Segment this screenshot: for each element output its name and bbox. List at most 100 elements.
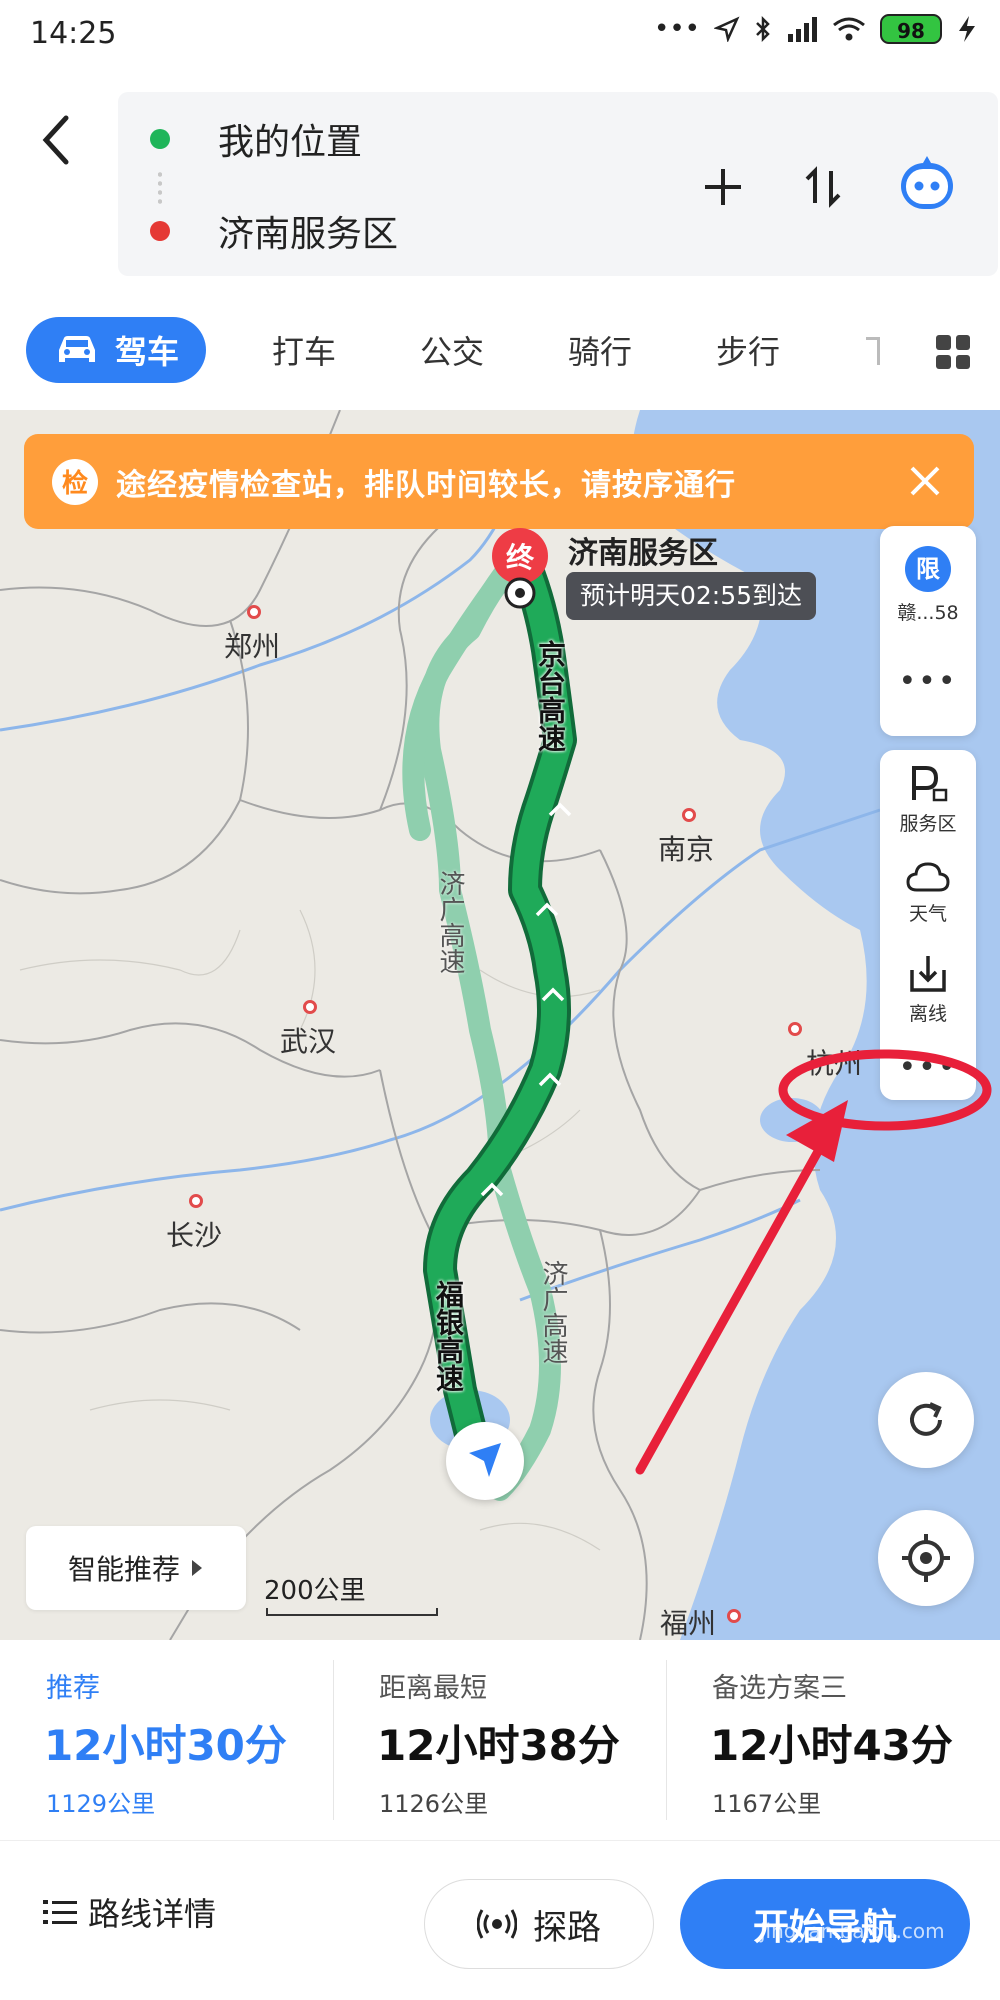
checkpoint-notice-banner[interactable]: 检 途经疫情检查站，排队时间较长，请按序通行 bbox=[24, 434, 974, 529]
route-option-card[interactable]: 备选方案三 12小时43分 1167公里 bbox=[666, 1640, 999, 1840]
explore-label: 探路 bbox=[533, 1907, 601, 1948]
refresh-icon bbox=[910, 1402, 942, 1436]
status-time: 14:25 bbox=[30, 16, 117, 51]
overflow-icon: ••• bbox=[653, 14, 700, 44]
car-icon bbox=[58, 336, 95, 362]
weather-button[interactable]: 天气 bbox=[880, 860, 976, 926]
tab-cycle[interactable]: 骑行 bbox=[568, 327, 632, 373]
explore-route-button[interactable]: 探路 bbox=[424, 1879, 654, 1969]
tab-overflow-hint bbox=[866, 337, 880, 365]
route-option-distance: 1126公里 bbox=[379, 1790, 489, 1818]
tab-walk[interactable]: 步行 bbox=[716, 327, 780, 373]
city-marker-icon bbox=[682, 808, 696, 822]
battery-indicator: 98 bbox=[880, 14, 942, 44]
route-option-label: 备选方案三 bbox=[712, 1673, 847, 1704]
locate-me-button[interactable] bbox=[878, 1510, 974, 1606]
road-label-alt-2: 济广高速 bbox=[538, 1260, 568, 1364]
route-option-distance: 1167公里 bbox=[712, 1790, 822, 1818]
caret-right-icon bbox=[192, 1560, 202, 1576]
watermark-text: jingyan.baidu.com bbox=[760, 1919, 945, 1943]
route-option-card[interactable]: 距离最短 12小时38分 1126公里 bbox=[333, 1640, 666, 1840]
charging-icon bbox=[959, 16, 975, 42]
road-label-south: 福银高速 bbox=[432, 1280, 465, 1392]
route-details-label: 路线详情 bbox=[88, 1895, 217, 1933]
city-zhengzhou: 郑州 bbox=[224, 630, 281, 663]
plate-limit-button[interactable]: 限 赣...58 bbox=[880, 546, 976, 625]
download-icon bbox=[910, 956, 946, 992]
service-area-label: 服务区 bbox=[899, 813, 957, 835]
tab-drive[interactable]: 驾车 bbox=[26, 317, 206, 383]
cloud-icon bbox=[906, 862, 950, 892]
offline-button[interactable]: 离线 bbox=[880, 954, 976, 1026]
more-layers-button[interactable]: ••• bbox=[880, 1050, 976, 1085]
destination-field[interactable]: 济南服务区 bbox=[150, 196, 398, 266]
map-scale-bar bbox=[266, 1608, 438, 1616]
route-option-card[interactable]: 推荐 12小时30分 1129公里 bbox=[0, 1640, 333, 1840]
smart-recommend-button[interactable]: 智能推荐 bbox=[26, 1526, 246, 1610]
assistant-robot-icon bbox=[901, 156, 953, 209]
city-marker-icon bbox=[727, 1609, 741, 1623]
destination-text: 济南服务区 bbox=[218, 214, 399, 255]
parking-icon bbox=[912, 766, 948, 802]
map-view[interactable]: 京台高速 济广高速 济广高速 福银高速 郑州 南京 上海 武汉 杭州 长沙 福州… bbox=[0, 410, 1000, 1640]
route-option-label: 距离最短 bbox=[379, 1673, 487, 1704]
city-changsha: 长沙 bbox=[166, 1219, 223, 1252]
current-location-marker bbox=[446, 1422, 524, 1500]
city-marker-icon bbox=[788, 1022, 802, 1036]
origin-text: 我的位置 bbox=[218, 122, 363, 163]
route-header: 我的位置 济南服务区 bbox=[0, 70, 1000, 300]
checkpoint-badge: 检 bbox=[52, 458, 98, 505]
location-icon bbox=[714, 16, 740, 42]
route-options: 推荐 12小时30分 1129公里 距离最短 12小时38分 1126公里 备选… bbox=[0, 1640, 1000, 1840]
offline-label: 离线 bbox=[908, 1003, 947, 1025]
destination-label: 济南服务区 bbox=[568, 536, 718, 571]
plate-limit-text: 赣...58 bbox=[897, 602, 959, 624]
smart-recommend-label: 智能推荐 bbox=[67, 1553, 180, 1586]
tab-bus[interactable]: 公交 bbox=[420, 327, 484, 373]
origin-dot-icon bbox=[150, 129, 170, 149]
back-button[interactable] bbox=[36, 110, 86, 170]
bluetooth-icon bbox=[756, 15, 770, 43]
refresh-route-button[interactable] bbox=[878, 1372, 974, 1468]
origin-field[interactable]: 我的位置 bbox=[150, 104, 362, 174]
city-wuhan: 武汉 bbox=[280, 1025, 337, 1058]
status-bar: 14:25 ••• 98 bbox=[0, 0, 1000, 70]
wifi-icon bbox=[833, 17, 865, 41]
road-label-main: 京台高速 bbox=[534, 640, 567, 752]
close-icon bbox=[910, 466, 940, 496]
add-waypoint-button[interactable] bbox=[698, 162, 748, 212]
route-option-duration: 12小时38分 bbox=[377, 1721, 620, 1770]
map-scale-label: 200公里 bbox=[264, 1576, 366, 1606]
back-arrow-icon bbox=[42, 115, 69, 165]
destination-point-icon bbox=[504, 577, 536, 609]
status-icons: ••• 98 bbox=[654, 14, 978, 44]
service-area-button[interactable]: 服务区 bbox=[880, 764, 976, 836]
more-tools-button[interactable]: ••• bbox=[880, 664, 976, 699]
list-icon bbox=[43, 1900, 77, 1924]
cellular-signal-icon bbox=[788, 17, 817, 42]
locate-icon bbox=[902, 1534, 950, 1582]
more-modes-grid-icon[interactable] bbox=[936, 335, 970, 369]
route-details-button[interactable]: 路线详情 bbox=[42, 1889, 216, 1935]
map-tools-panel-top: 限 赣...58 ••• bbox=[880, 526, 976, 736]
banner-close-button[interactable] bbox=[900, 456, 950, 506]
swap-button[interactable] bbox=[798, 162, 848, 212]
city-marker-icon bbox=[303, 1000, 317, 1014]
tab-drive-label: 驾车 bbox=[114, 333, 179, 371]
road-label-alt: 济广高速 bbox=[435, 870, 465, 974]
route-input-box: 我的位置 济南服务区 bbox=[118, 92, 998, 276]
assistant-button[interactable] bbox=[892, 150, 962, 220]
navigation-arrow-icon bbox=[469, 1443, 501, 1477]
tab-taxi[interactable]: 打车 bbox=[272, 327, 336, 373]
weather-label: 天气 bbox=[908, 903, 947, 925]
bottom-action-bar: 路线详情 探路 开始导航 jingyan.baidu.com bbox=[0, 1840, 1000, 2000]
city-nanjing: 南京 bbox=[658, 833, 715, 866]
destination-dot-icon bbox=[150, 221, 170, 241]
route-option-distance: 1129公里 bbox=[46, 1790, 156, 1818]
plus-icon bbox=[705, 169, 741, 205]
route-option-duration: 12小时30分 bbox=[44, 1721, 287, 1770]
limit-badge: 限 bbox=[905, 546, 951, 592]
route-option-duration: 12小时43分 bbox=[710, 1721, 953, 1770]
city-marker-icon bbox=[189, 1194, 203, 1208]
route-option-label: 推荐 bbox=[46, 1673, 100, 1704]
